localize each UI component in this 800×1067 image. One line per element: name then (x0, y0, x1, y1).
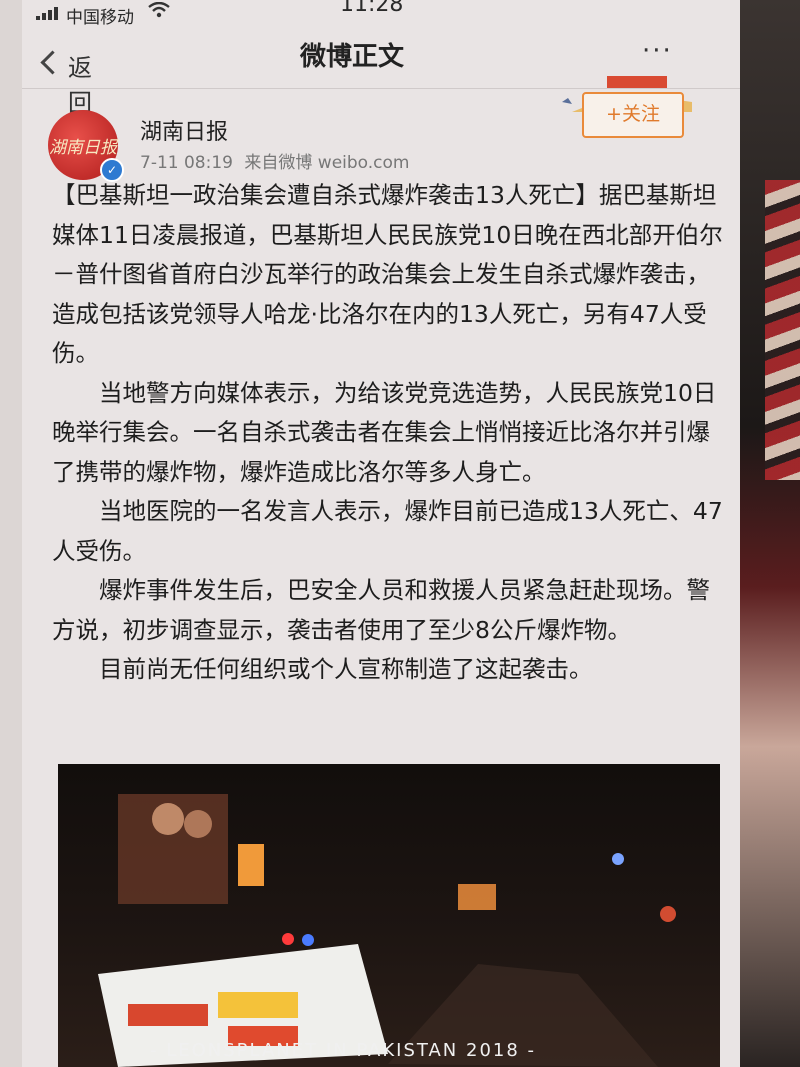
photo-watermark: - LEONSPLANET IN PAKISTAN 2018 - (150, 1040, 537, 1061)
post-body: 【巴基斯坦一政治集会遭自杀式爆炸袭击13人死亡】据巴基斯坦媒体11日凌晨报道，巴… (52, 176, 728, 690)
chevron-left-icon (40, 50, 65, 75)
page-title: 微博正文 (300, 42, 405, 72)
background-scene (740, 0, 800, 1067)
back-label: 返回 (68, 54, 92, 117)
post-paragraph: 【巴基斯坦一政治集会遭自杀式爆炸袭击13人死亡】据巴基斯坦媒体11日凌晨报道，巴… (52, 181, 723, 367)
avatar-text: 湖南日报 (49, 137, 117, 158)
signal-icon (36, 6, 62, 20)
back-button[interactable]: 返回 (40, 48, 102, 117)
carrier-name: 中国移动 (66, 8, 134, 28)
post-paragraph: 当地警方向媒体表示，为给该党竞选造势，人民民族党10日晚举行集会。一名自杀式袭击… (52, 378, 717, 486)
more-options-button[interactable]: ··· (642, 36, 673, 66)
wifi-icon (148, 2, 170, 18)
post-source: 来自微博 weibo.com (244, 153, 410, 173)
post-timestamp: 7-11 08:19 (140, 153, 233, 173)
background-fabric (765, 180, 800, 480)
post-photo[interactable] (58, 764, 720, 1067)
post-meta: 7-11 08:19 来自微博 weibo.com (140, 148, 416, 173)
post-paragraph: 目前尚无任何组织或个人宣称制造了这起袭击。 (99, 655, 593, 683)
status-time: 11:28 (340, 0, 404, 17)
post-paragraph: 当地医院的一名发言人表示，爆炸目前已造成13人死亡、47人受伤。 (52, 497, 723, 565)
author-name[interactable]: 湖南日报 (140, 114, 228, 146)
phone-screen: 中国移动 11:28 返回 微博正文 ··· 湖南日报 ✓ 湖南日报 7-11 … (22, 0, 740, 1067)
night-scene-image (98, 794, 676, 1067)
status-bar: 中国移动 11:28 (22, 0, 740, 28)
post-paragraph: 爆炸事件发生后，巴安全人员和救援人员紧急赶赴现场。警方说，初步调查显示，袭击者使… (52, 576, 710, 644)
follow-button[interactable]: +关注 (582, 92, 684, 138)
